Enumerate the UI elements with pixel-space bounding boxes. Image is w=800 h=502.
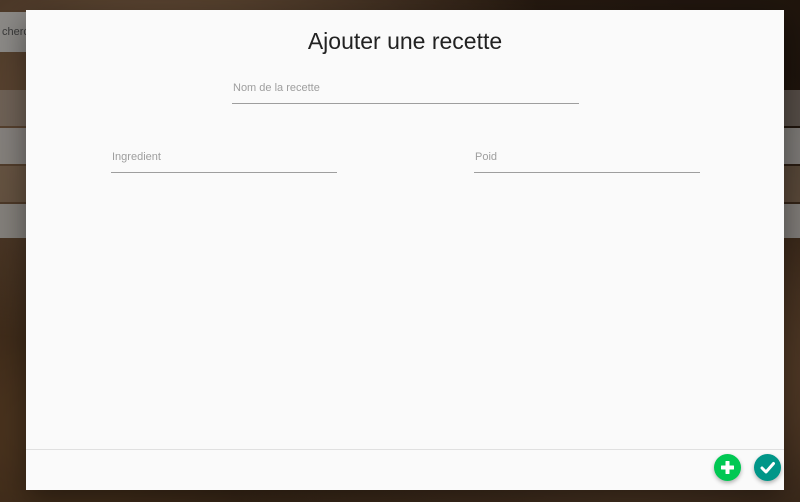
modal-footer [26,449,784,490]
weight-field [474,145,700,173]
weight-input[interactable] [474,145,700,173]
add-ingredient-button[interactable] [714,454,741,481]
recipe-name-field [232,76,579,104]
check-icon [760,460,775,475]
save-recipe-button[interactable] [754,454,781,481]
modal-title: Ajouter une recette [307,28,503,54]
add-recipe-modal: Ajouter une recette [26,10,784,490]
plus-icon [720,460,735,475]
recipe-name-input[interactable] [232,76,579,104]
ingredient-field [111,145,337,173]
ingredient-input[interactable] [111,145,337,173]
